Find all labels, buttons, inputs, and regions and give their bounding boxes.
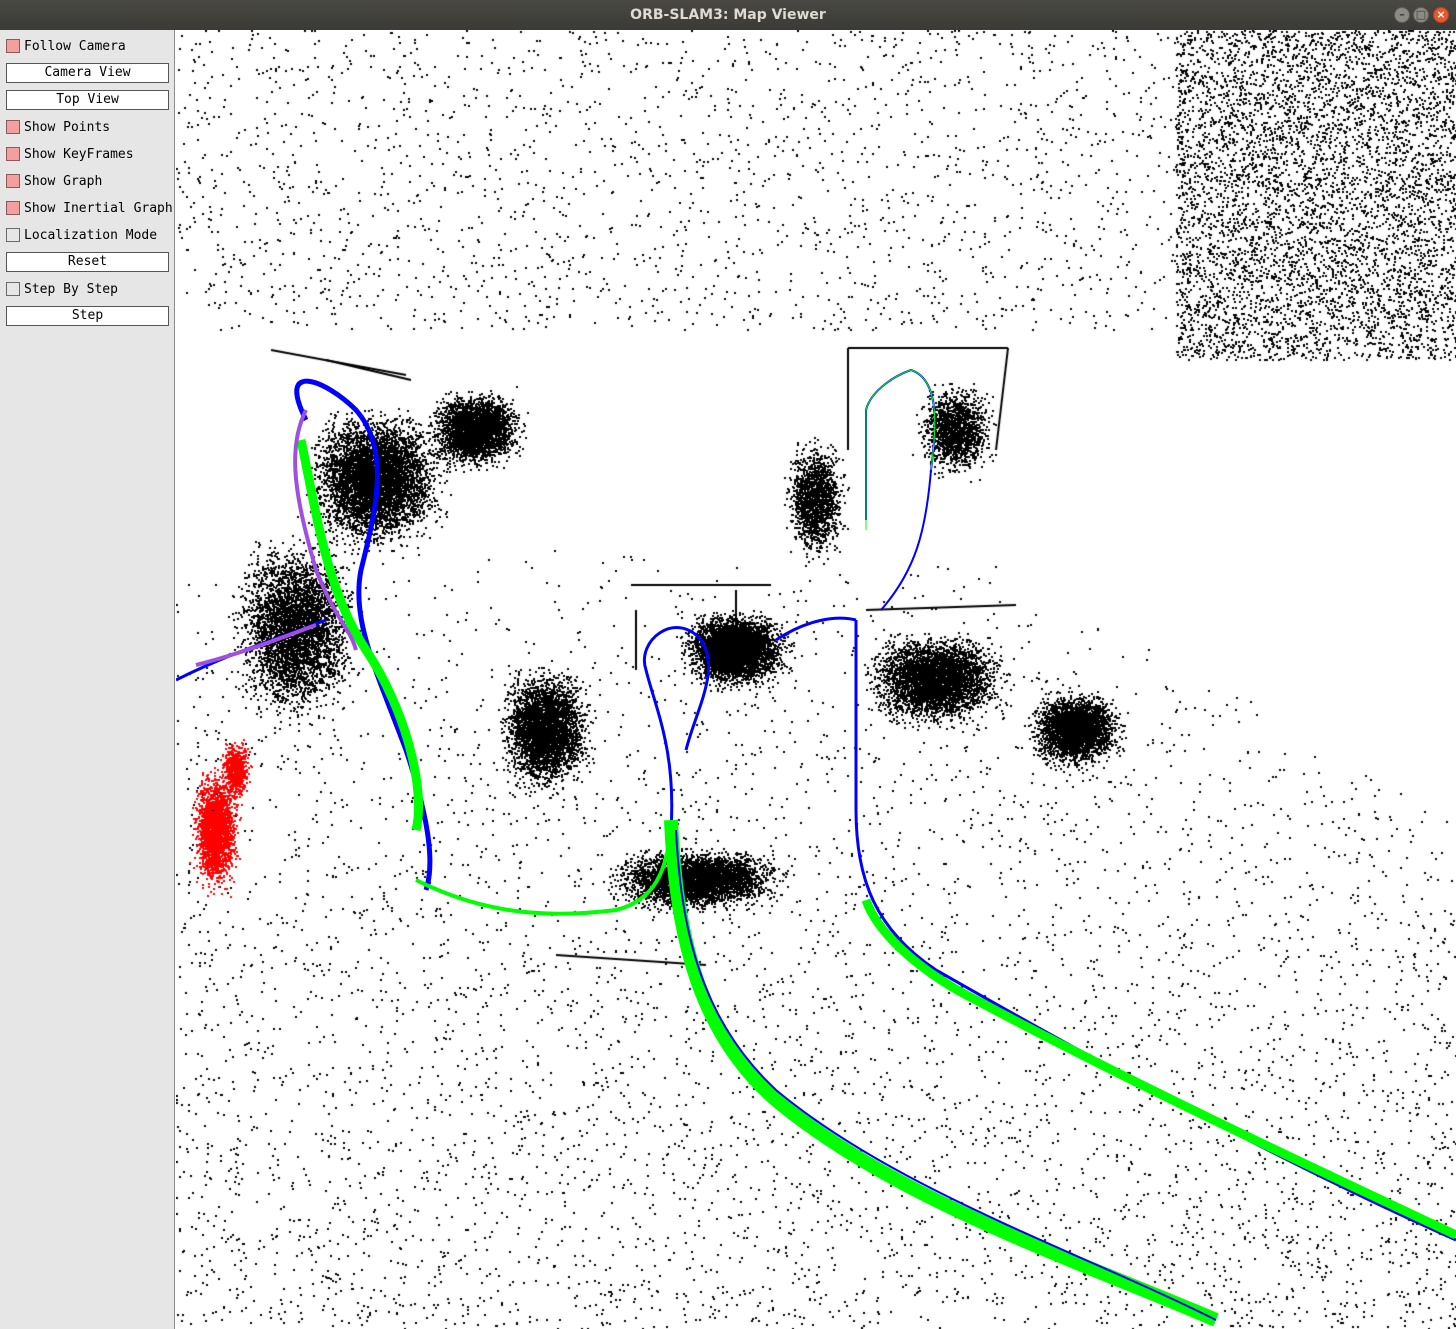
- close-icon[interactable]: ×: [1433, 7, 1449, 23]
- checkbox-unchecked-icon[interactable]: [6, 228, 20, 242]
- keyframe-trajectory: [775, 616, 857, 642]
- top-view-button[interactable]: Top View: [6, 90, 169, 110]
- step-button[interactable]: Step: [6, 306, 169, 326]
- window-titlebar: ORB-SLAM3: Map Viewer – □ ×: [0, 0, 1456, 30]
- show-inertial-graph-label: Show Inertial Graph: [24, 201, 173, 216]
- trajectory-overlay: [176, 368, 1456, 1327]
- minimize-icon[interactable]: –: [1394, 7, 1410, 23]
- keyframe-trajectory: [865, 368, 936, 611]
- camera-view-button[interactable]: Camera View: [6, 63, 169, 83]
- follow-camera-label: Follow Camera: [24, 39, 126, 54]
- show-graph-label: Show Graph: [24, 174, 103, 189]
- checkbox-unchecked-icon[interactable]: [6, 282, 20, 296]
- checkbox-checked-icon[interactable]: [6, 120, 20, 134]
- keyframe-trajectory: [642, 626, 710, 831]
- checkbox-checked-icon[interactable]: [6, 147, 20, 161]
- map-viewport[interactable]: [176, 30, 1456, 1329]
- localization-mode-label: Localization Mode: [24, 228, 158, 243]
- control-panel: Follow Camera Camera View Top View Show …: [0, 30, 175, 1329]
- covisibility-graph: [296, 439, 423, 832]
- covisibility-graph: [861, 898, 1456, 1240]
- covisibility-graph: [865, 369, 936, 530]
- show-keyframes-label: Show KeyFrames: [24, 147, 134, 162]
- keyframe-trajectory: [854, 620, 1456, 1242]
- checkbox-checked-icon[interactable]: [6, 174, 20, 188]
- checkbox-checked-icon[interactable]: [6, 39, 20, 53]
- inertial-trajectory: [195, 623, 317, 667]
- covisibility-graph: [415, 829, 673, 916]
- keyframe-trajectory: [294, 378, 433, 891]
- window-title: ORB-SLAM3: Map Viewer: [630, 7, 826, 23]
- maximize-icon[interactable]: □: [1413, 7, 1429, 23]
- covisibility-graph: [664, 819, 1219, 1327]
- checkbox-checked-icon[interactable]: [6, 201, 20, 215]
- reset-button[interactable]: Reset: [6, 252, 169, 272]
- show-points-label: Show Points: [24, 120, 111, 135]
- step-by-step-label: Step By Step: [24, 282, 118, 297]
